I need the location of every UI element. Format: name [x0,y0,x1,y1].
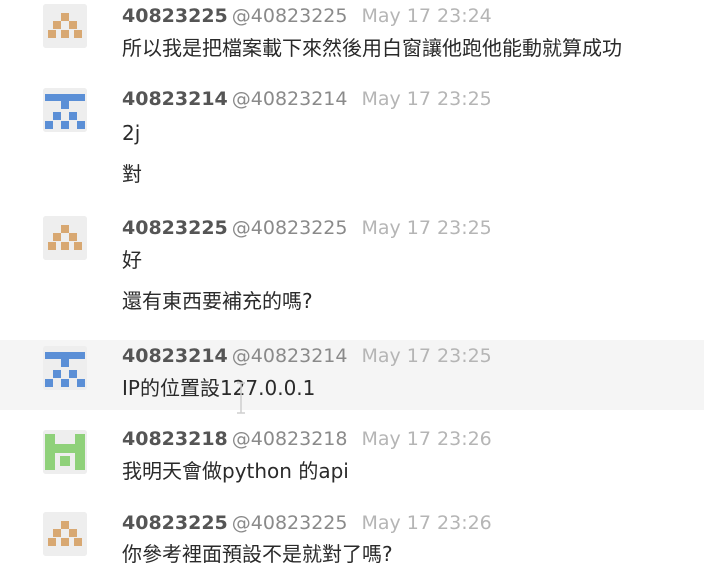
user-avatar[interactable] [43,4,87,48]
timestamp: May 17 23:26 [361,428,492,450]
user-avatar[interactable] [43,88,87,132]
user-avatar[interactable] [43,430,87,474]
message-header: 40823225 @40823225 May 17 23:26 [122,511,492,535]
username[interactable]: 40823214 [122,88,228,110]
timestamp: May 17 23:25 [361,88,492,110]
message-header: 40823214 @40823214 May 17 23:25 [122,87,492,111]
message-header: 40823214 @40823214 May 17 23:25 [122,344,492,368]
timestamp: May 17 23:24 [361,5,492,27]
user-avatar[interactable] [43,346,87,390]
message-group: 40823225 @40823225 May 17 23:26 你參考裡面預設不是就… [0,508,704,575]
identicon-t-icon [43,88,87,132]
text-cursor-icon [237,382,245,414]
user-avatar[interactable] [43,216,87,260]
timestamp: May 17 23:26 [361,512,492,534]
message-group: 40823214 @40823214 May 17 23:25 2j 對 [0,84,704,212]
identicon-diamond-icon [43,512,87,556]
timestamp: May 17 23:25 [361,345,492,367]
message-text: 還有東西要補充的嗎? [122,289,313,313]
message-text: IP的位置設127.0.0.1 [122,376,316,400]
timestamp: May 17 23:25 [361,217,492,239]
message-text: 我明天會做python 的api [122,459,349,483]
message-text: 好 [122,248,142,272]
chat-message-feed: 40823225 @40823225 May 17 23:24 所以我是把檔案載下來… [0,0,704,575]
message-group: 40823225 @40823225 May 17 23:25 好 還有東西要補充的… [0,212,704,340]
message-group: 40823214 @40823214 May 17 23:25 IP的位置設127.… [0,340,704,410]
username[interactable]: 40823214 [122,345,228,367]
user-handle[interactable]: @40823214 [232,88,348,110]
message-group: 40823225 @40823225 May 17 23:24 所以我是把檔案載下來… [0,0,704,84]
user-handle[interactable]: @40823225 [232,217,348,239]
identicon-h-icon [43,430,87,474]
username[interactable]: 40823225 [122,5,228,27]
username[interactable]: 40823225 [122,512,228,534]
message-text: 對 [122,162,142,186]
identicon-diamond-icon [43,216,87,260]
user-handle[interactable]: @40823218 [232,428,348,450]
message-text: 所以我是把檔案載下來然後用白窗讓他跑他能動就算成功 [122,36,622,60]
identicon-t-icon [43,346,87,390]
username[interactable]: 40823218 [122,428,228,450]
user-handle[interactable]: @40823225 [232,5,348,27]
identicon-diamond-icon [43,4,87,48]
message-header: 40823225 @40823225 May 17 23:24 [122,4,492,28]
message-text: 2j [122,121,141,145]
message-text: 你參考裡面預設不是就對了嗎? [122,542,393,566]
message-header: 40823225 @40823225 May 17 23:25 [122,216,492,240]
username[interactable]: 40823225 [122,217,228,239]
message-header: 40823218 @40823218 May 17 23:26 [122,427,492,451]
user-handle[interactable]: @40823225 [232,512,348,534]
user-handle[interactable]: @40823214 [232,345,348,367]
user-avatar[interactable] [43,512,87,556]
message-group: 40823218 @40823218 May 17 23:26 我明天會做pytho… [0,424,704,508]
